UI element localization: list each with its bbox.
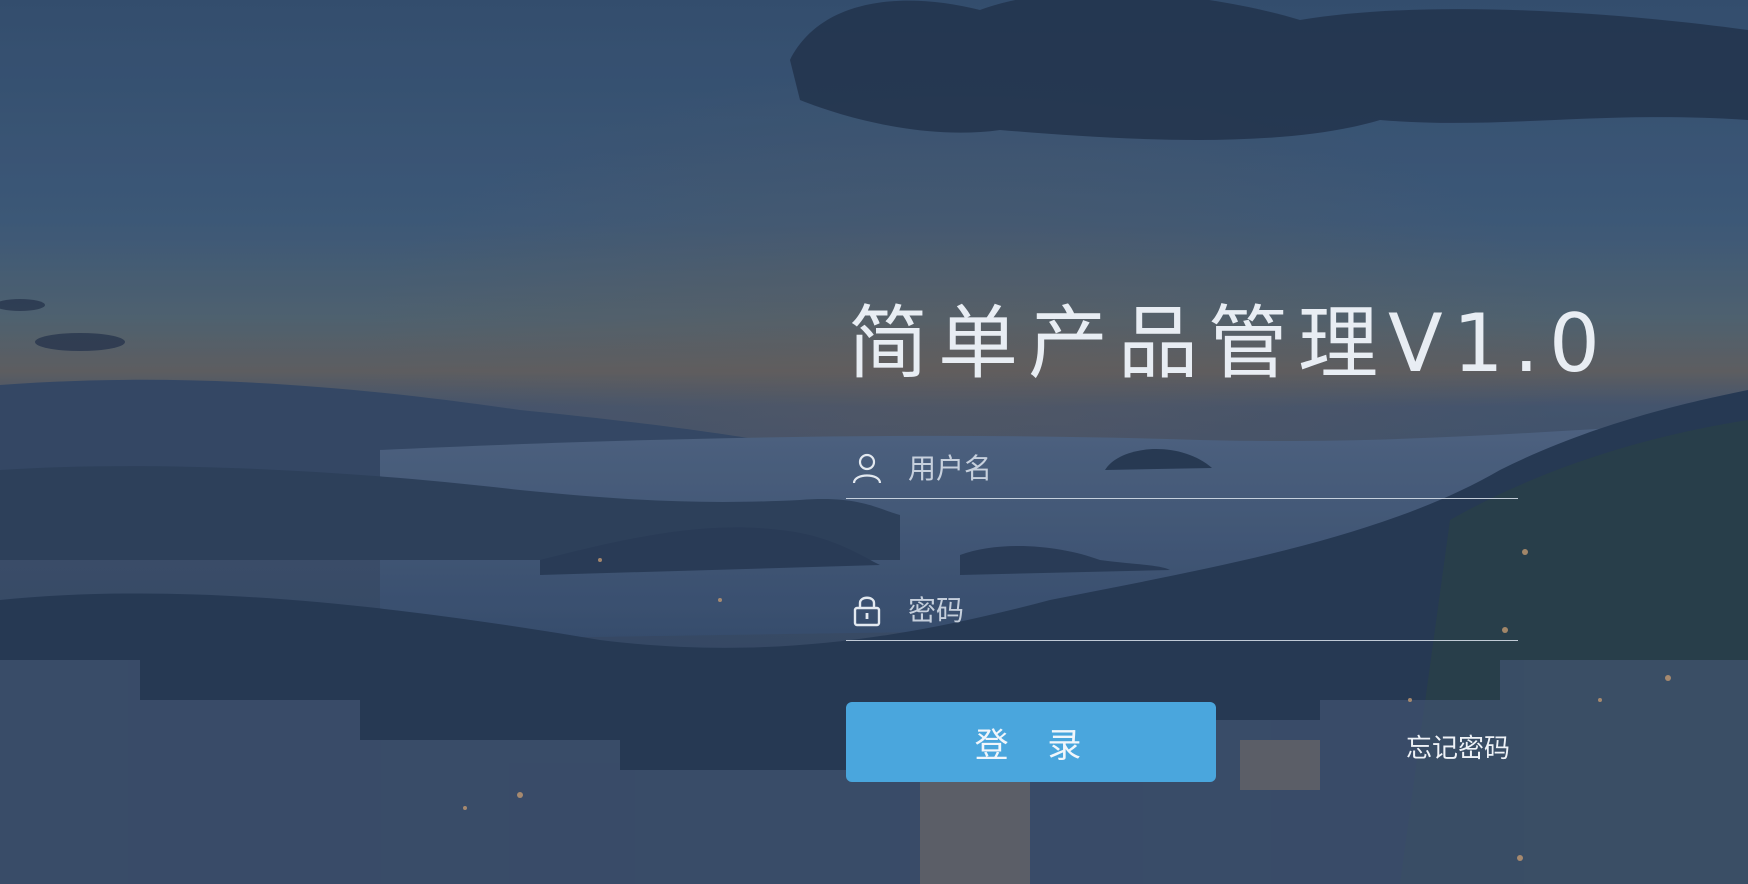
username-input[interactable] (908, 448, 1468, 488)
password-input[interactable] (908, 590, 1468, 630)
app-title: 简单产品管理V1.0 (848, 296, 1610, 390)
lock-icon (853, 596, 881, 627)
user-icon (852, 453, 882, 484)
login-button[interactable]: 登 录 (846, 702, 1216, 782)
username-field[interactable] (846, 438, 1518, 499)
password-field[interactable] (846, 580, 1518, 641)
forgot-password-link[interactable]: 忘记密码 (1406, 728, 1510, 765)
